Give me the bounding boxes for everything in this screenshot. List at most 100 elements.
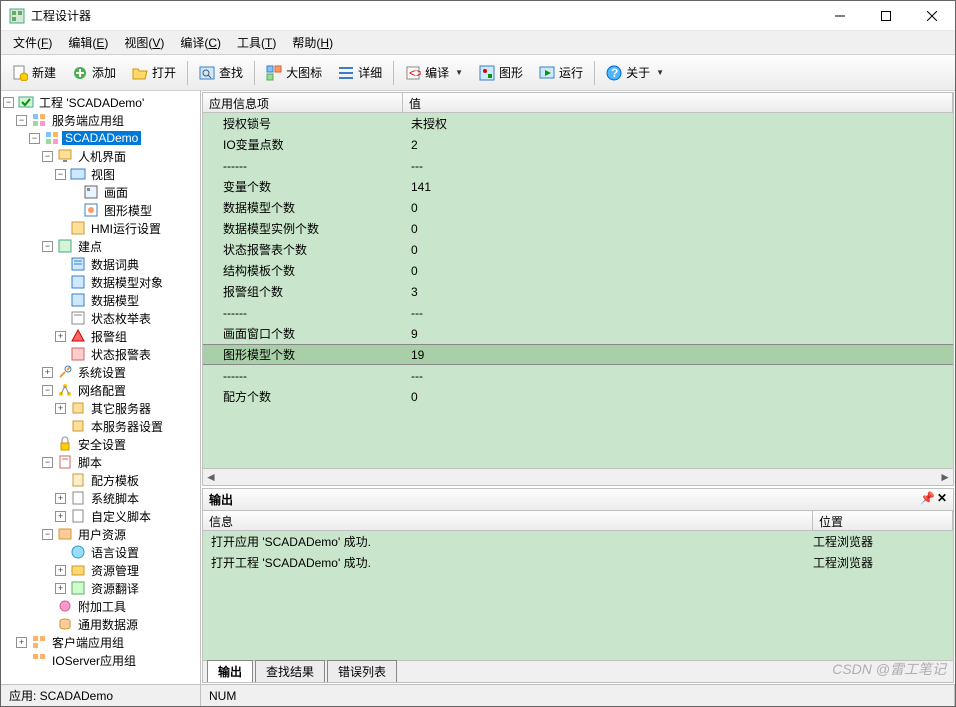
tree-build[interactable]: −建点: [3, 237, 198, 255]
output-loc: 工程浏览器: [813, 533, 873, 550]
expand-icon[interactable]: +: [55, 583, 66, 594]
tree-root[interactable]: −工程 'SCADADemo': [3, 93, 198, 111]
minimize-button[interactable]: [817, 1, 863, 31]
collapse-icon[interactable]: −: [16, 115, 27, 126]
tree-hmi[interactable]: −人机界面: [3, 147, 198, 165]
tree-graphic-model[interactable]: 图形模型: [3, 201, 198, 219]
tree-net-config[interactable]: −网络配置: [3, 381, 198, 399]
output-body[interactable]: 打开应用 'SCADADemo' 成功.工程浏览器打开工程 'SCADADemo…: [203, 531, 953, 660]
expand-icon[interactable]: +: [55, 331, 66, 342]
menu-view[interactable]: 视图(V): [116, 32, 172, 53]
tree-data-model[interactable]: 数据模型: [3, 291, 198, 309]
compile-button[interactable]: <>编译▼: [398, 59, 470, 87]
tree-script[interactable]: −脚本: [3, 453, 198, 471]
run-button[interactable]: 运行: [532, 59, 590, 87]
tree-custom-script[interactable]: +自定义脚本: [3, 507, 198, 525]
tree-recipe-tpl[interactable]: 配方模板: [3, 471, 198, 489]
tree-screen[interactable]: 画面: [3, 183, 198, 201]
info-row[interactable]: 图形模型个数19: [203, 344, 953, 365]
collapse-icon[interactable]: −: [29, 133, 40, 144]
tree-data-model-obj[interactable]: 数据模型对象: [3, 273, 198, 291]
tree-enum-table[interactable]: 状态枚举表: [3, 309, 198, 327]
info-row[interactable]: ---------: [203, 155, 953, 176]
collapse-icon[interactable]: −: [42, 241, 53, 252]
collapse-icon[interactable]: −: [55, 169, 66, 180]
tab-output[interactable]: 输出: [207, 660, 253, 682]
tree-other-server[interactable]: +其它服务器: [3, 399, 198, 417]
collapse-icon[interactable]: −: [3, 97, 14, 108]
tree-alarm-group[interactable]: +报警组: [3, 327, 198, 345]
info-row[interactable]: 画面窗口个数9: [203, 323, 953, 344]
new-button[interactable]: 新建: [5, 59, 63, 87]
output-row[interactable]: 打开应用 'SCADADemo' 成功.工程浏览器: [203, 531, 953, 552]
expand-icon[interactable]: +: [55, 403, 66, 414]
tree-res-trans[interactable]: +资源翻译: [3, 579, 198, 597]
expand-icon[interactable]: +: [42, 367, 53, 378]
project-tree[interactable]: −工程 'SCADADemo' −服务端应用组 −SCADADemo −人机界面…: [1, 91, 200, 671]
app-icon: [9, 8, 25, 24]
info-row[interactable]: 变量个数141: [203, 176, 953, 197]
info-row[interactable]: ---------: [203, 302, 953, 323]
tab-error[interactable]: 错误列表: [327, 660, 397, 682]
open-button[interactable]: 打开: [125, 59, 183, 87]
pin-icon[interactable]: 📌: [920, 491, 935, 508]
expand-icon[interactable]: +: [55, 511, 66, 522]
horizontal-scrollbar[interactable]: ◄►: [203, 468, 953, 485]
tree-user-res[interactable]: −用户资源: [3, 525, 198, 543]
close-panel-icon[interactable]: ✕: [937, 491, 947, 508]
expand-icon[interactable]: +: [55, 493, 66, 504]
expand-icon[interactable]: +: [16, 637, 27, 648]
collapse-icon[interactable]: −: [42, 529, 53, 540]
graphic-button[interactable]: 图形: [472, 59, 530, 87]
info-row[interactable]: 授权锁号未授权: [203, 113, 953, 134]
output-col-info[interactable]: 信息: [203, 511, 813, 530]
collapse-icon[interactable]: −: [42, 151, 53, 162]
menu-tools[interactable]: 工具(T): [229, 32, 284, 53]
info-row[interactable]: 报警组个数3: [203, 281, 953, 302]
tree-data-dict[interactable]: 数据词典: [3, 255, 198, 273]
info-row[interactable]: IO变量点数2: [203, 134, 953, 155]
info-row[interactable]: 配方个数0: [203, 386, 953, 407]
info-row[interactable]: 结构模板个数0: [203, 260, 953, 281]
tree-res-mgmt[interactable]: +资源管理: [3, 561, 198, 579]
tree-ioserver-group[interactable]: IOServer应用组: [3, 651, 198, 669]
tree-security[interactable]: 安全设置: [3, 435, 198, 453]
tree-alarm-table[interactable]: 状态报警表: [3, 345, 198, 363]
tab-find[interactable]: 查找结果: [255, 660, 325, 682]
info-col-key[interactable]: 应用信息项: [203, 93, 403, 112]
collapse-icon[interactable]: −: [42, 385, 53, 396]
tree-client-group[interactable]: +客户端应用组: [3, 633, 198, 651]
tree-this-server[interactable]: 本服务器设置: [3, 417, 198, 435]
add-button[interactable]: 添加: [65, 59, 123, 87]
maximize-button[interactable]: [863, 1, 909, 31]
bigicon-button[interactable]: 大图标: [259, 59, 329, 87]
tree-view[interactable]: −视图: [3, 165, 198, 183]
tree-sys-script[interactable]: +系统脚本: [3, 489, 198, 507]
menu-help[interactable]: 帮助(H): [284, 32, 341, 53]
tree-hmi-run[interactable]: HMI运行设置: [3, 219, 198, 237]
expand-icon[interactable]: +: [55, 565, 66, 576]
info-row[interactable]: 数据模型实例个数0: [203, 218, 953, 239]
collapse-icon[interactable]: −: [42, 457, 53, 468]
run-icon: [539, 65, 555, 81]
tree-common-ds[interactable]: 通用数据源: [3, 615, 198, 633]
menu-compile[interactable]: 编译(C): [172, 32, 229, 53]
close-button[interactable]: [909, 1, 955, 31]
info-row[interactable]: 状态报警表个数0: [203, 239, 953, 260]
info-row[interactable]: ---------: [203, 365, 953, 386]
output-row[interactable]: 打开工程 'SCADADemo' 成功.工程浏览器: [203, 552, 953, 573]
about-button[interactable]: ?关于▼: [599, 59, 671, 87]
tree-sys-setting[interactable]: +系统设置: [3, 363, 198, 381]
info-col-val[interactable]: 值: [403, 93, 953, 112]
tree-scadademo[interactable]: −SCADADemo: [3, 129, 198, 147]
tree-lang-setting[interactable]: 语言设置: [3, 543, 198, 561]
menu-file[interactable]: 文件(F): [5, 32, 60, 53]
menu-edit[interactable]: 编辑(E): [60, 32, 116, 53]
tree-server-group[interactable]: −服务端应用组: [3, 111, 198, 129]
info-body[interactable]: 授权锁号未授权IO变量点数2---------变量个数141数据模型个数0数据模…: [203, 113, 953, 468]
tree-addon-tool[interactable]: 附加工具: [3, 597, 198, 615]
detail-button[interactable]: 详细: [331, 59, 389, 87]
find-button[interactable]: 查找: [192, 59, 250, 87]
info-row[interactable]: 数据模型个数0: [203, 197, 953, 218]
output-col-loc[interactable]: 位置: [813, 511, 953, 530]
